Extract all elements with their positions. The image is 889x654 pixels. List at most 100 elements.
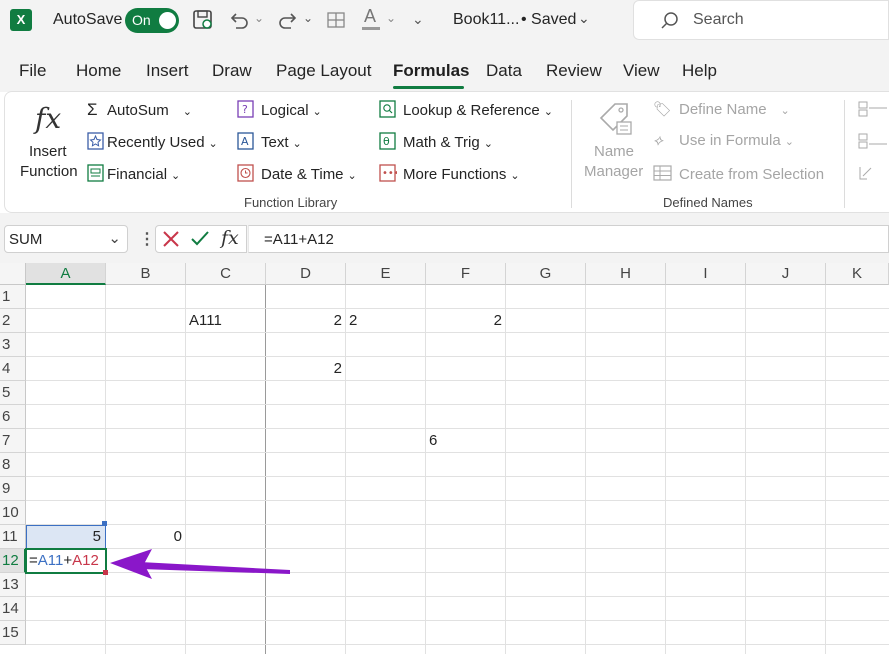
autosave-toggle[interactable]: On (125, 8, 179, 33)
cell-d4[interactable]: 2 (266, 357, 346, 381)
more-functions-label: More Functions (403, 166, 507, 183)
logical-button[interactable]: ? Logical ⌄ (237, 100, 322, 119)
name-tag-icon (597, 100, 635, 138)
gridline (26, 644, 889, 645)
formula-plus: + (63, 552, 73, 569)
trace-precedents-icon[interactable] (857, 100, 887, 118)
tab-data[interactable]: Data (486, 61, 522, 81)
insert-function-icon[interactable]: fx (221, 227, 239, 249)
tab-page-layout[interactable]: Page Layout (276, 61, 371, 81)
row-header-13[interactable]: 13 (0, 573, 26, 597)
redo-dropdown-icon[interactable]: ⌄ (303, 11, 313, 25)
row-header-1[interactable]: 1 (0, 285, 26, 309)
row-header-7[interactable]: 7 (0, 429, 26, 453)
tab-home[interactable]: Home (76, 61, 121, 81)
save-status[interactable]: • Saved (521, 11, 576, 29)
column-header-h[interactable]: H (586, 263, 666, 285)
math-book-icon: θ (379, 132, 403, 150)
lookup-reference-button[interactable]: Lookup & Reference ⌄ (379, 100, 553, 119)
cell-e2[interactable]: 2 (349, 309, 425, 333)
recently-used-button[interactable]: Recently Used ⌄ (87, 132, 218, 151)
financial-button[interactable]: Financial ⌄ (87, 164, 180, 183)
gridline (26, 620, 889, 621)
tab-file[interactable]: File (19, 61, 46, 81)
cell-d2[interactable]: 2 (266, 309, 346, 333)
name-box[interactable]: SUM ⌄ (4, 225, 128, 253)
undo-dropdown-icon[interactable]: ⌄ (254, 11, 264, 25)
tag-fx-icon: ⟡ (653, 132, 663, 149)
row-header-8[interactable]: 8 (0, 453, 26, 477)
date-time-label: Date & Time (261, 166, 344, 183)
row-header-6[interactable]: 6 (0, 405, 26, 429)
logical-label: Logical (261, 102, 309, 119)
select-all-corner[interactable] (0, 263, 26, 285)
tab-review[interactable]: Review (546, 61, 602, 81)
customize-toolbar-icon[interactable]: ⌄ (412, 11, 424, 28)
enter-check-icon[interactable] (190, 230, 210, 248)
math-trig-label: Math & Trig (403, 134, 480, 151)
row-header-9[interactable]: 9 (0, 477, 26, 501)
use-in-formula-button[interactable]: ⟡ Use in Formula ⌄ (653, 132, 794, 149)
autosum-button[interactable]: Σ AutoSum ⌄ (87, 100, 192, 120)
title-dropdown-icon[interactable]: ⌄ (578, 10, 590, 27)
tab-insert[interactable]: Insert (146, 61, 189, 81)
define-name-button[interactable]: 🏷 Define Name ⌄ (653, 100, 790, 118)
row-header-2[interactable]: 2 (0, 309, 26, 333)
font-color-icon[interactable]: A (360, 6, 382, 32)
row-header-14[interactable]: 14 (0, 597, 26, 621)
search-icon (660, 11, 680, 31)
column-header-i[interactable]: I (666, 263, 746, 285)
cell-a11[interactable]: 5 (26, 525, 106, 549)
remove-arrows-icon[interactable] (857, 164, 887, 182)
more-options-icon[interactable]: ⋮ (139, 229, 155, 249)
gridline (665, 285, 666, 654)
row-header-5[interactable]: 5 (0, 381, 26, 405)
name-manager-button[interactable]: Name Manager (580, 98, 650, 182)
undo-icon[interactable] (228, 9, 250, 31)
cell-a12-editing[interactable]: =A11+A12 (25, 548, 107, 574)
text-button[interactable]: A Text ⌄ (237, 132, 302, 151)
insert-function-button[interactable]: fx Insert Function (15, 98, 81, 182)
date-time-button[interactable]: Date & Time ⌄ (237, 164, 357, 183)
column-header-b[interactable]: B (106, 263, 186, 285)
row-header-10[interactable]: 10 (0, 501, 26, 525)
save-icon[interactable] (192, 9, 214, 31)
tab-view[interactable]: View (623, 61, 660, 81)
column-header-d[interactable]: D (266, 263, 346, 285)
tab-help[interactable]: Help (682, 61, 717, 81)
row-header-12[interactable]: 12 (0, 549, 26, 573)
cell-f2[interactable]: 2 (426, 309, 506, 333)
chevron-down-icon: ⌄ (208, 138, 218, 150)
font-color-dropdown-icon[interactable]: ⌄ (386, 11, 396, 25)
cell-f7[interactable]: 6 (429, 429, 505, 453)
formula-input[interactable]: =A11+A12 (248, 225, 889, 253)
row-header-4[interactable]: 4 (0, 357, 26, 381)
row-header-3[interactable]: 3 (0, 333, 26, 357)
more-functions-button[interactable]: ••• More Functions⌄ (379, 164, 520, 183)
column-header-c[interactable]: C (186, 263, 266, 285)
document-title[interactable]: Book11... (453, 11, 519, 29)
freeze-pane-line (265, 285, 266, 654)
cell-c2[interactable]: A111 (189, 309, 265, 333)
column-header-j[interactable]: J (746, 263, 826, 285)
row-header-15[interactable]: 15 (0, 621, 26, 645)
math-trig-button[interactable]: θ Math & Trig ⌄ (379, 132, 493, 151)
search-box[interactable]: Search (633, 0, 889, 40)
tag-icon: 🏷 (653, 101, 673, 118)
tab-draw[interactable]: Draw (212, 61, 252, 81)
column-header-e[interactable]: E (346, 263, 426, 285)
trace-dependents-icon[interactable] (857, 132, 887, 150)
logical-book-icon: ? (237, 100, 261, 118)
column-header-f[interactable]: F (426, 263, 506, 285)
annotation-arrow-shaft (140, 562, 290, 574)
column-header-k[interactable]: K (826, 263, 889, 285)
column-header-a[interactable]: A (26, 263, 106, 285)
create-from-selection-button[interactable]: Create from Selection (653, 164, 824, 183)
row-header-11[interactable]: 11 (0, 525, 26, 549)
column-header-g[interactable]: G (506, 263, 586, 285)
borders-icon[interactable] (325, 9, 347, 31)
gridline (185, 285, 186, 654)
tab-formulas[interactable]: Formulas (393, 61, 470, 81)
cancel-icon[interactable] (162, 230, 180, 248)
redo-icon[interactable] (277, 9, 299, 31)
